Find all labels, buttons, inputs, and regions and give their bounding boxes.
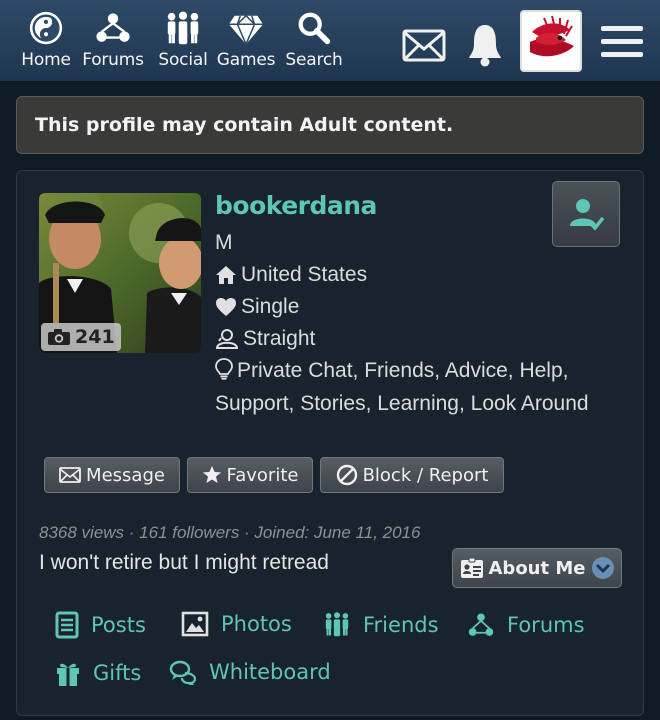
orientation-line: Straight — [215, 327, 315, 351]
message-button[interactable]: Message — [44, 457, 180, 493]
bell-icon[interactable] — [466, 22, 504, 68]
warning-text: This profile may contain Adult content. — [35, 114, 454, 136]
yin-yang-icon — [29, 11, 63, 45]
diamond-icon — [228, 14, 264, 47]
photo-count: 241 — [75, 326, 115, 348]
tab-photos-label: Photos — [221, 612, 292, 636]
user-avatar[interactable] — [520, 10, 582, 72]
tab-forums[interactable]: Forums — [467, 611, 585, 639]
block-icon — [336, 464, 357, 486]
mail-icon[interactable] — [402, 28, 446, 64]
nav-social[interactable]: Social — [154, 10, 212, 72]
envelope-icon — [59, 467, 81, 483]
people-icon — [167, 11, 199, 45]
nav-forums[interactable]: Forums — [80, 10, 146, 72]
nav-search-label: Search — [285, 50, 343, 70]
hamburger-menu-icon[interactable] — [600, 24, 644, 60]
block-report-label: Block / Report — [362, 464, 489, 486]
nav-games-label: Games — [216, 50, 276, 70]
profile-tagline: I won't retire but I might retread — [39, 551, 329, 574]
forums-tab-icon — [468, 613, 494, 636]
relationship-status: Single — [241, 295, 300, 318]
nav-home[interactable]: Home — [20, 10, 72, 72]
favorite-button[interactable]: Favorite — [187, 457, 313, 493]
tab-friends-label: Friends — [363, 613, 439, 637]
adult-content-warning: This profile may contain Adult content. — [16, 96, 644, 154]
gender: M — [215, 231, 233, 254]
location: United States — [241, 263, 368, 286]
favorite-label: Favorite — [226, 464, 299, 486]
about-me-button[interactable]: About Me — [452, 548, 622, 588]
tab-gifts[interactable]: Gifts — [55, 659, 141, 687]
message-label: Message — [86, 464, 165, 486]
nav-forums-label: Forums — [82, 50, 144, 70]
gift-icon — [57, 663, 79, 686]
forums-icon — [96, 13, 130, 42]
profile-stats: 8368 views · 161 followers · Joined: Jun… — [39, 523, 421, 542]
home-icon — [216, 266, 236, 284]
chat-bubbles-icon — [169, 660, 197, 685]
nav-home-label: Home — [21, 50, 71, 70]
tab-whiteboard-label: Whiteboard — [209, 660, 331, 684]
seeking-text: Private Chat, Friends, Advice, Help, Sup… — [215, 359, 589, 415]
profile-card: 241 bookerdana M United States Single St… — [16, 170, 644, 716]
tab-forums-label: Forums — [507, 613, 585, 637]
photo-count-badge[interactable]: 241 — [41, 323, 121, 351]
nav-games[interactable]: Games — [216, 10, 276, 72]
chevron-down-icon — [591, 557, 614, 579]
document-icon — [55, 611, 79, 639]
search-icon — [298, 12, 331, 45]
relationship-line: Single — [215, 295, 299, 319]
lightbulb-icon — [215, 358, 233, 380]
nav-social-label: Social — [158, 50, 208, 70]
tab-posts[interactable]: Posts — [55, 611, 146, 639]
top-nav-bar: Home Forums Social Games Search — [0, 0, 660, 82]
seeking-line: Private Chat, Friends, Advice, Help, Sup… — [215, 355, 595, 420]
tab-gifts-label: Gifts — [93, 661, 142, 685]
tab-photos[interactable]: Photos — [181, 611, 292, 637]
add-friend-icon — [570, 199, 604, 231]
tab-whiteboard[interactable]: Whiteboard — [169, 659, 331, 685]
star-icon — [202, 466, 221, 483]
camera-icon — [48, 329, 70, 345]
username[interactable]: bookerdana — [215, 191, 377, 220]
nav-search[interactable]: Search — [284, 10, 344, 72]
friends-icon — [325, 612, 349, 637]
orientation-icon — [215, 329, 239, 349]
block-report-button[interactable]: Block / Report — [320, 457, 504, 493]
gender-line: M — [215, 231, 233, 255]
add-friend-button[interactable] — [552, 181, 620, 247]
tab-friends[interactable]: Friends — [323, 611, 439, 639]
tab-posts-label: Posts — [91, 613, 146, 637]
heart-icon — [216, 298, 236, 316]
location-line: United States — [215, 263, 367, 287]
picture-icon — [181, 611, 209, 637]
profile-photo[interactable]: 241 — [39, 193, 201, 353]
id-card-icon — [460, 557, 483, 578]
orientation: Straight — [243, 327, 316, 350]
about-me-label: About Me — [488, 557, 586, 579]
betta-fish-avatar-icon — [522, 12, 580, 70]
